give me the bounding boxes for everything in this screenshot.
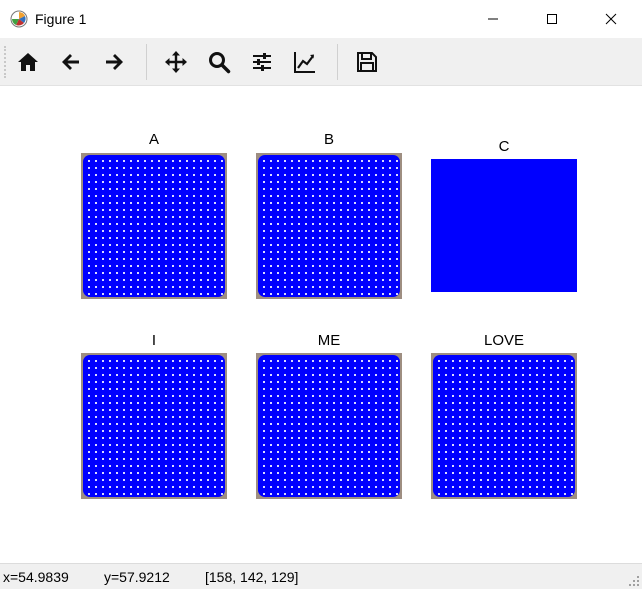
forward-button[interactable] [99,47,129,77]
subplot-image-content [431,353,577,499]
subplot-image-content [256,353,402,499]
subplot-title: ME [317,332,341,349]
save-icon [357,52,377,72]
pan-icon [165,51,187,73]
zoom-button[interactable] [204,47,234,77]
pixel-value-readout: [158, 142, 129] [205,569,299,585]
zoom-icon [209,52,231,74]
forward-arrow-icon [106,54,123,70]
toolbar-separator [337,44,338,80]
subplot-image-content [81,353,227,499]
matplotlib-logo-icon [10,10,28,28]
subplot-image[interactable] [431,353,577,499]
close-icon [605,13,617,25]
figure-canvas[interactable]: A B C I ME LOVE [0,86,642,563]
maximize-icon [547,14,557,24]
minimize-icon [488,18,498,20]
subplot-image[interactable] [256,353,402,499]
status-bar: x=54.9839 y=57.9212 [158, 142, 129] [0,563,642,589]
back-arrow-icon [62,54,79,70]
title-bar: Figure 1 [0,0,642,38]
configure-subplots-button[interactable] [247,47,277,77]
cursor-x-readout: x=54.9839 [3,569,69,585]
back-button[interactable] [56,47,86,77]
home-button[interactable] [13,47,43,77]
subplot-image-content [81,153,227,299]
subplot-title: LOVE [483,332,525,349]
subplot-image[interactable] [81,153,227,299]
subplot-image[interactable] [256,153,402,299]
navigation-toolbar [0,38,642,86]
resize-grip-icon[interactable] [628,575,640,587]
subplot-title: A [148,131,159,148]
home-icon [18,53,38,71]
edit-axis-icon [294,52,315,73]
subplot-title: I [151,332,157,349]
configure-subplots-icon [253,53,271,71]
toolbar-grip[interactable] [4,46,8,78]
window-title: Figure 1 [35,11,87,27]
subplot-title: B [323,131,334,148]
subplot-image[interactable] [81,353,227,499]
subplot-image-content [256,153,402,299]
maximize-button[interactable] [529,0,575,38]
toolbar-separator [146,44,147,80]
save-button[interactable] [352,47,382,77]
close-button[interactable] [588,0,634,38]
subplot-solid[interactable] [431,159,577,292]
subplot-title: C [498,138,510,155]
edit-axis-button[interactable] [290,47,320,77]
pan-button[interactable] [161,47,191,77]
minimize-button[interactable] [470,0,516,38]
cursor-y-readout: y=57.9212 [104,569,170,585]
